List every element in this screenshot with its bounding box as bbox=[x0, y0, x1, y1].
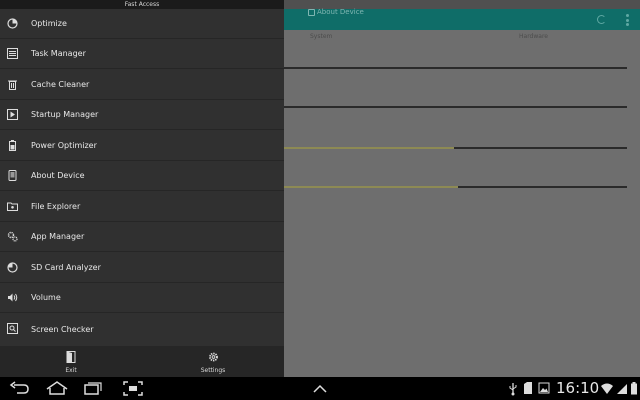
signal-icon bbox=[617, 384, 627, 394]
menu-item-about-device[interactable]: About Device bbox=[0, 161, 284, 191]
wifi-icon bbox=[601, 383, 613, 394]
gear-icon bbox=[209, 352, 218, 362]
menu-item-cache-cleaner[interactable]: Cache Cleaner bbox=[0, 70, 284, 100]
menu-item-label: File Explorer bbox=[31, 202, 81, 211]
usage-bar-1 bbox=[284, 67, 627, 69]
chevron-up-icon[interactable] bbox=[312, 381, 328, 396]
sd-card-icon bbox=[524, 382, 532, 394]
screenshot-icon[interactable] bbox=[123, 381, 143, 396]
menu-item-label: SD Card Analyzer bbox=[31, 263, 101, 272]
drawer-header: Fast Access bbox=[0, 0, 284, 9]
menu-item-label: Screen Checker bbox=[31, 324, 94, 334]
menu-item-label: Power Optimizer bbox=[31, 141, 97, 150]
trash-icon bbox=[8, 80, 17, 90]
menu-item-label: About Device bbox=[31, 171, 85, 180]
usage-bar-4-fill bbox=[284, 186, 458, 188]
menu-item-label: Startup Manager bbox=[31, 110, 99, 119]
tab-hardware[interactable]: Hardware bbox=[519, 33, 548, 40]
usb-icon bbox=[509, 383, 517, 396]
clock: 16:10 bbox=[556, 379, 600, 397]
exit-door-icon bbox=[66, 351, 76, 363]
battery-status-icon bbox=[631, 382, 637, 395]
menu-item-label: App Manager bbox=[31, 232, 85, 241]
device-icon bbox=[308, 8, 315, 16]
usage-bar-2 bbox=[284, 106, 627, 108]
list-icon bbox=[7, 48, 18, 59]
home-icon[interactable] bbox=[45, 381, 69, 396]
usage-bar-3-fill bbox=[284, 147, 454, 149]
menu-item-label: Cache Cleaner bbox=[31, 80, 90, 89]
exit-button[interactable]: Exit bbox=[31, 346, 111, 377]
system-nav-bar: 16:10 bbox=[0, 377, 640, 400]
play-icon bbox=[7, 109, 18, 120]
device-icon bbox=[8, 170, 17, 181]
app-title-text: About Device bbox=[317, 8, 364, 16]
gears-icon bbox=[7, 231, 18, 242]
menu-item-task-manager[interactable]: Task Manager bbox=[0, 39, 284, 69]
drawer-footer: Exit Settings bbox=[0, 346, 284, 377]
folder-icon bbox=[7, 202, 18, 211]
screen-icon bbox=[7, 323, 18, 334]
overflow-menu-icon[interactable] bbox=[626, 14, 629, 26]
app-title: About Device bbox=[308, 8, 364, 16]
tab-system[interactable]: System bbox=[310, 33, 332, 40]
navigation-drawer: Fast Access Optimize Task Manager Cache … bbox=[0, 0, 284, 377]
menu-item-volume[interactable]: Volume bbox=[0, 283, 284, 313]
menu-item-optimize[interactable]: Optimize bbox=[0, 9, 284, 39]
exit-label: Exit bbox=[65, 367, 77, 374]
menu-item-startup-manager[interactable]: Startup Manager bbox=[0, 100, 284, 130]
recent-apps-icon[interactable] bbox=[84, 381, 104, 396]
menu-item-sd-card-analyzer[interactable]: SD Card Analyzer bbox=[0, 253, 284, 283]
menu-item-label: Volume bbox=[31, 293, 61, 302]
battery-icon bbox=[9, 140, 16, 151]
menu-item-label: Optimize bbox=[31, 19, 67, 28]
menu-item-label: Task Manager bbox=[31, 49, 86, 58]
menu-item-file-explorer[interactable]: File Explorer bbox=[0, 192, 284, 222]
settings-label: Settings bbox=[200, 367, 226, 374]
sd-chart-icon bbox=[7, 262, 18, 273]
back-icon[interactable] bbox=[8, 381, 30, 396]
volume-icon bbox=[8, 293, 18, 302]
menu-item-power-optimizer[interactable]: Power Optimizer bbox=[0, 131, 284, 161]
image-notification-icon bbox=[538, 382, 550, 394]
usage-bar-3-rest bbox=[454, 147, 627, 149]
pie-chart-icon bbox=[7, 18, 18, 29]
usage-bar-4-rest bbox=[458, 186, 627, 188]
settings-button[interactable]: Settings bbox=[173, 346, 253, 377]
menu-item-screen-checker[interactable]: Screen Checker bbox=[0, 314, 284, 344]
refresh-icon[interactable] bbox=[597, 15, 606, 24]
menu-item-app-manager[interactable]: App Manager bbox=[0, 222, 284, 252]
